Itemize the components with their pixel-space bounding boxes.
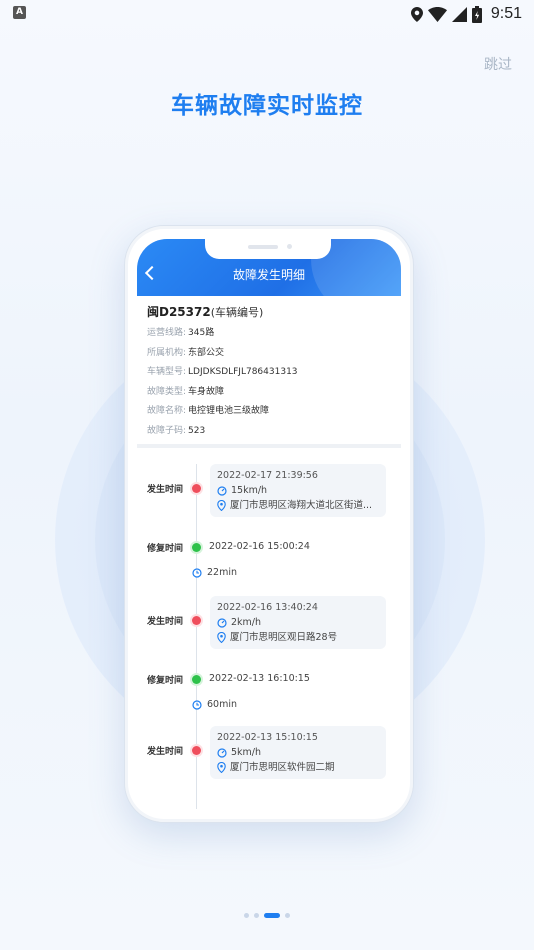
info-key: 运营线路: xyxy=(147,328,187,338)
wifi-icon xyxy=(427,6,447,22)
status-icons: 9:51 xyxy=(410,3,522,25)
event-label: 修复时间 xyxy=(147,544,184,554)
repair-time: 2022-02-16 15:00:24 xyxy=(209,541,310,552)
event-location: 厦门市思明区观日路28号 xyxy=(217,630,379,645)
signal-icon xyxy=(451,6,467,22)
repair-dot xyxy=(192,675,201,684)
phone-screen: 故障发生明细 闽D25372(车辆编号) 运营线路: 345路 所属机构: 东部公交… xyxy=(137,239,401,809)
speaker-grille xyxy=(248,245,278,249)
location-pin-icon xyxy=(217,500,226,511)
event-location: 厦门市思明区软件园二期 xyxy=(217,760,379,775)
location-value: 厦门市思明区软件园二期 xyxy=(230,762,335,773)
speedometer-icon xyxy=(217,485,227,496)
info-value: 车身故障 xyxy=(188,386,225,397)
event-card[interactable]: 2022-02-16 13:40:24 2km/h 厦门市思明区观日路28号 xyxy=(210,596,386,649)
clock-icon xyxy=(192,699,202,710)
repair-duration: 60min xyxy=(192,699,237,710)
event-label: 发生时间 xyxy=(147,485,184,495)
plate-value: 闽D25372 xyxy=(147,305,211,319)
speed-value: 5km/h xyxy=(231,747,262,758)
plate-suffix: (车辆编号) xyxy=(210,306,264,319)
page-dot[interactable] xyxy=(285,913,290,918)
event-time: 2022-02-17 21:39:56 xyxy=(217,470,318,481)
page-title: 车辆故障实时监控 xyxy=(171,93,363,119)
info-key: 故障类型: xyxy=(147,386,187,397)
info-row-fault-type: 故障类型: 车身故障 xyxy=(147,383,395,403)
event-speed: 5km/h xyxy=(217,745,379,760)
event-speed: 15km/h xyxy=(217,483,379,498)
info-key: 故障子码: xyxy=(147,425,187,436)
event-time: 2022-02-16 13:40:24 xyxy=(217,602,318,613)
info-row-fault-name: 故障名称: 电控锂电池三级故障 xyxy=(147,402,395,422)
info-row-fault-code: 故障子码: 523 xyxy=(147,422,395,442)
fault-dot xyxy=(192,616,201,625)
speedometer-icon xyxy=(217,747,227,758)
page-indicator xyxy=(0,913,534,918)
duration-value: 22min xyxy=(207,567,238,578)
fault-dot xyxy=(192,484,201,493)
event-location: 厦门市思明区海翔大道北区街道... xyxy=(217,498,379,513)
event-label: 修复时间 xyxy=(147,676,184,686)
info-row-model: 车辆型号: LDJDKSDLFJL786431313 xyxy=(147,363,395,383)
skip-button[interactable]: 跳过 xyxy=(484,54,512,74)
event-time: 2022-02-13 15:10:15 xyxy=(217,732,318,743)
clock-icon xyxy=(192,567,202,578)
battery-icon xyxy=(471,5,482,23)
repair-time: 2022-02-13 16:10:15 xyxy=(209,673,310,684)
app-title: 故障发生明细 xyxy=(232,268,305,282)
event-label: 发生时间 xyxy=(147,747,184,757)
speed-value: 15km/h xyxy=(231,485,268,496)
page-dot-active[interactable] xyxy=(264,913,280,918)
info-value: 电控锂电池三级故障 xyxy=(188,406,270,417)
fault-timeline: 发生时间 2022-02-17 21:39:56 15km/h 厦门市思明区海翔… xyxy=(137,454,401,809)
section-divider xyxy=(137,444,401,448)
fault-dot xyxy=(192,746,201,755)
info-row-org: 所属机构: 东部公交 xyxy=(147,344,395,364)
duration-value: 60min xyxy=(207,699,238,710)
plate-number: 闽D25372(车辆编号) xyxy=(147,303,395,320)
repair-duration: 22min xyxy=(192,567,237,578)
front-camera xyxy=(287,244,292,249)
status-bar: A 9:51 xyxy=(0,0,534,28)
info-key: 车辆型号: xyxy=(147,367,187,378)
info-key: 所属机构: xyxy=(147,347,187,358)
event-speed: 2km/h xyxy=(217,615,379,630)
info-value: 345路 xyxy=(188,328,215,338)
timeline-line xyxy=(196,464,197,809)
notification-icon: A xyxy=(13,6,26,19)
location-pin-icon xyxy=(217,632,226,643)
speed-value: 2km/h xyxy=(231,617,262,628)
event-card[interactable]: 2022-02-17 21:39:56 15km/h 厦门市思明区海翔大道北区街… xyxy=(210,464,386,517)
event-card[interactable]: 2022-02-13 15:10:15 5km/h 厦门市思明区软件园二期 xyxy=(210,726,386,779)
info-row-route: 运营线路: 345路 xyxy=(147,324,395,344)
vehicle-info: 闽D25372(车辆编号) 运营线路: 345路 所属机构: 东部公交 车辆型号: L… xyxy=(147,303,395,442)
info-value: LDJDKSDLFJL786431313 xyxy=(188,367,298,378)
repair-dot xyxy=(192,543,201,552)
info-value: 东部公交 xyxy=(188,347,225,358)
phone-notch xyxy=(205,239,331,259)
location-icon xyxy=(410,6,423,22)
info-value: 523 xyxy=(188,425,206,436)
event-label: 发生时间 xyxy=(147,617,184,627)
location-value: 厦门市思明区海翔大道北区街道... xyxy=(230,500,373,511)
page-dot[interactable] xyxy=(254,913,259,918)
page-dot[interactable] xyxy=(244,913,249,918)
location-pin-icon xyxy=(217,762,226,773)
speedometer-icon xyxy=(217,617,227,628)
phone-mockup: 故障发生明细 闽D25372(车辆编号) 运营线路: 345路 所属机构: 东部公交… xyxy=(124,225,414,823)
location-value: 厦门市思明区观日路28号 xyxy=(230,632,338,643)
info-key: 故障名称: xyxy=(147,406,187,417)
clock: 9:51 xyxy=(490,5,522,22)
